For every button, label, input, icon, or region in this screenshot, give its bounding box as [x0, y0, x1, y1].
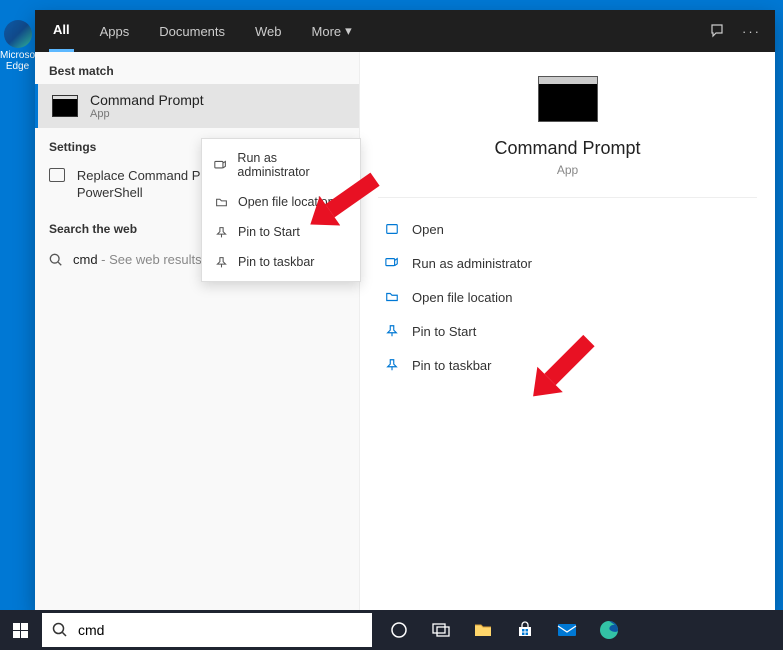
action-run-administrator[interactable]: Run as administrator	[378, 246, 757, 280]
taskbar-search-box[interactable]	[42, 613, 372, 647]
admin-shield-icon	[384, 255, 400, 271]
action-label: Open	[412, 222, 444, 237]
more-options-icon[interactable]: ···	[742, 24, 761, 39]
tab-documents[interactable]: Documents	[155, 10, 229, 52]
folder-icon	[384, 289, 400, 305]
start-button[interactable]	[0, 610, 40, 650]
ctx-pin-start[interactable]: Pin to Start	[202, 217, 360, 247]
chevron-down-icon: ▾	[345, 23, 352, 39]
search-icon	[49, 253, 63, 267]
settings-monitor-icon	[49, 168, 65, 182]
ctx-label: Pin to taskbar	[238, 255, 314, 269]
open-icon	[384, 221, 400, 237]
mail-icon[interactable]	[550, 610, 584, 650]
taskbar-icons	[382, 610, 626, 650]
desktop-icon-label: Microsoft Edge	[0, 50, 35, 72]
pin-icon	[214, 225, 228, 239]
search-panel-body: Best match Command Prompt App Settings R…	[35, 52, 775, 610]
microsoft-store-icon[interactable]	[508, 610, 542, 650]
folder-icon	[214, 195, 228, 209]
windows-logo-icon	[13, 623, 28, 638]
ctx-run-administrator[interactable]: Run as administrator	[202, 143, 360, 187]
ctx-open-file-location[interactable]: Open file location	[202, 187, 360, 217]
start-search-panel: All Apps Documents Web More ▾ ··· Best m…	[35, 10, 775, 610]
result-command-prompt[interactable]: Command Prompt App	[35, 84, 359, 128]
result-title: Command Prompt	[90, 92, 345, 108]
detail-title: Command Prompt	[494, 138, 640, 159]
context-menu: Run as administrator Open file location …	[201, 138, 361, 282]
web-result-text: cmd - See web results	[73, 252, 202, 267]
ctx-label: Pin to Start	[238, 225, 300, 239]
search-tab-bar: All Apps Documents Web More ▾ ···	[35, 10, 775, 52]
ctx-label: Run as administrator	[237, 151, 348, 179]
web-hint: - See web results	[98, 252, 202, 267]
action-label: Open file location	[412, 290, 512, 305]
result-detail-pane: Command Prompt App Open Run as administr…	[360, 52, 775, 610]
action-open[interactable]: Open	[378, 212, 757, 246]
tab-more-label: More	[312, 24, 342, 39]
action-label: Run as administrator	[412, 256, 532, 271]
result-subtitle: App	[90, 108, 345, 120]
ctx-pin-taskbar[interactable]: Pin to taskbar	[202, 247, 360, 277]
edge-taskbar-icon[interactable]	[592, 610, 626, 650]
tab-all[interactable]: All	[49, 10, 74, 52]
search-results-column: Best match Command Prompt App Settings R…	[35, 52, 360, 610]
edge-icon	[4, 20, 32, 48]
command-prompt-icon	[52, 95, 78, 117]
pin-icon	[384, 323, 400, 339]
taskbar-search-input[interactable]	[78, 622, 362, 638]
pin-icon	[214, 255, 228, 269]
action-label: Pin to taskbar	[412, 358, 492, 373]
action-label: Pin to Start	[412, 324, 476, 339]
detail-action-list: Open Run as administrator Open file loca…	[378, 197, 757, 382]
tab-web[interactable]: Web	[251, 10, 286, 52]
ctx-label: Open file location	[238, 195, 335, 209]
result-text: Command Prompt App	[90, 92, 345, 120]
tab-more[interactable]: More ▾	[308, 10, 356, 52]
taskbar	[0, 610, 783, 650]
command-prompt-icon	[538, 76, 598, 122]
action-pin-taskbar[interactable]: Pin to taskbar	[378, 348, 757, 382]
cortana-icon[interactable]	[382, 610, 416, 650]
task-view-icon[interactable]	[424, 610, 458, 650]
file-explorer-icon[interactable]	[466, 610, 500, 650]
best-match-header: Best match	[35, 52, 359, 84]
admin-shield-icon	[214, 158, 227, 172]
feedback-icon[interactable]	[710, 23, 726, 39]
action-open-file-location[interactable]: Open file location	[378, 280, 757, 314]
action-pin-start[interactable]: Pin to Start	[378, 314, 757, 348]
search-icon	[52, 622, 68, 638]
pin-icon	[384, 357, 400, 373]
tab-apps[interactable]: Apps	[96, 10, 134, 52]
desktop-icon-edge[interactable]: Microsoft Edge	[0, 20, 35, 72]
detail-subtitle: App	[557, 163, 578, 177]
web-query: cmd	[73, 252, 98, 267]
